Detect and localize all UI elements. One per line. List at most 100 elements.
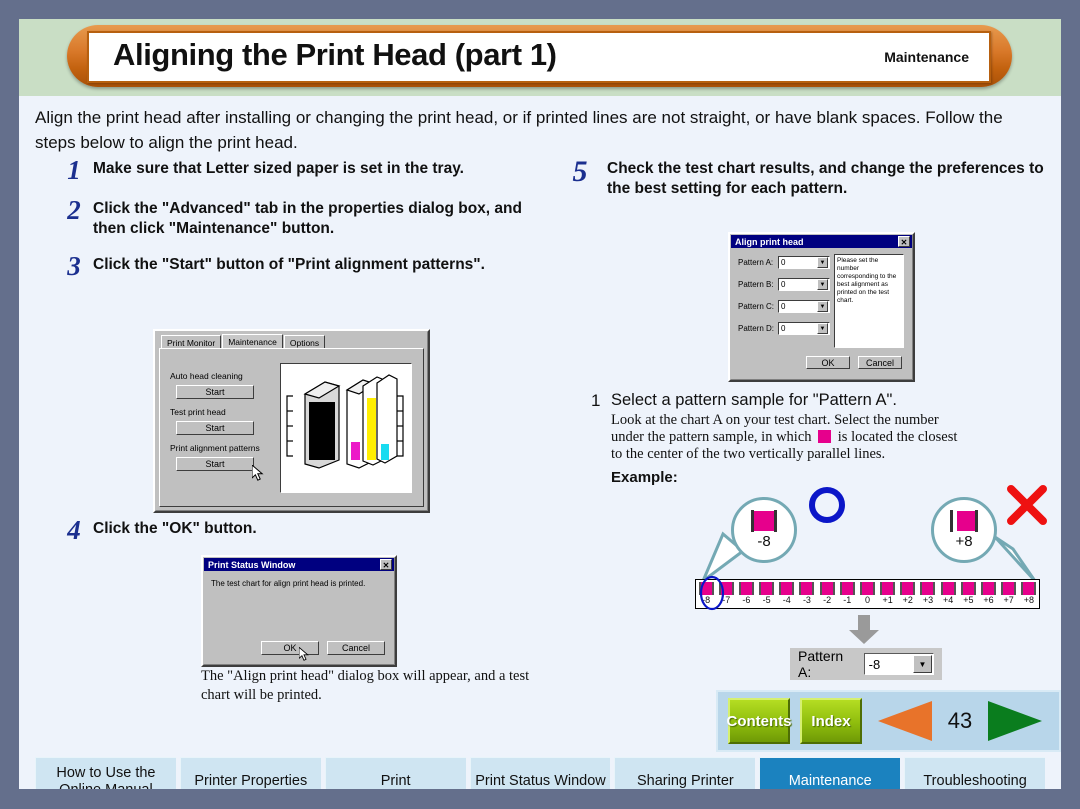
scale-label: -6 — [742, 595, 751, 605]
line-right — [751, 581, 754, 595]
line-right — [792, 581, 795, 595]
pattern-a-value: 0 — [781, 258, 786, 267]
pattern-a-row[interactable]: Pattern A: 0 ▼ — [738, 256, 830, 269]
ok-button[interactable]: OK — [806, 356, 850, 369]
pattern-a-label: Pattern A: — [738, 258, 774, 267]
scale-label: -4 — [782, 595, 791, 605]
cancel-button[interactable]: Cancel — [858, 356, 902, 369]
magnifier-good: -8 — [731, 497, 797, 563]
step-number: 2 — [67, 195, 81, 225]
line-right — [772, 581, 775, 595]
magenta-block — [882, 581, 894, 595]
align-print-head-dialog[interactable]: Align print head ✕ Pattern A: 0 ▼ Patter… — [728, 232, 915, 382]
line-right — [1014, 581, 1017, 595]
cancel-button[interactable]: Cancel — [327, 641, 385, 655]
substep-heading: Select a pattern sample for "Pattern A". — [611, 391, 897, 409]
cursor-icon — [252, 465, 264, 481]
pattern-sample — [920, 581, 936, 595]
pattern-c-combobox[interactable]: 0 ▼ — [778, 300, 830, 313]
close-icon[interactable]: ✕ — [898, 236, 910, 247]
scale-sample: +7 — [999, 580, 1019, 606]
pattern-sample — [880, 581, 896, 595]
dialog-message: The test chart for align print head is p… — [211, 579, 366, 588]
pattern-c-row[interactable]: Pattern C: 0 ▼ — [738, 300, 830, 313]
magenta-block — [740, 581, 752, 595]
step-number: 1 — [67, 155, 81, 185]
pattern-sample — [819, 581, 835, 595]
line-right — [973, 581, 976, 595]
step-text: Click the "Start" button of "Print align… — [93, 256, 485, 273]
scale-label: +7 — [1003, 595, 1014, 605]
magenta-block — [754, 511, 774, 531]
dialog-inner: Print Status Window ✕ The test chart for… — [203, 557, 395, 665]
contents-button[interactable]: Contents — [727, 698, 792, 744]
step-number: 4 — [67, 515, 81, 545]
magenta-swatch-icon — [818, 430, 832, 443]
scale-sample: -4 — [777, 580, 797, 606]
pattern-d-combobox[interactable]: 0 ▼ — [778, 322, 830, 335]
chevron-down-icon[interactable]: ▼ — [817, 257, 828, 268]
step-text: Check the test chart results, and change… — [607, 160, 1044, 197]
pattern-a-combobox[interactable]: -8 ▼ — [863, 653, 934, 675]
left-column: 1 Make sure that Letter sized paper is s… — [35, 155, 555, 291]
pattern-a-combobox[interactable]: 0 ▼ — [778, 256, 830, 269]
scale-label: -5 — [762, 595, 771, 605]
page-title: Aligning the Print Head (part 1) — [113, 37, 557, 72]
line-right — [993, 581, 996, 595]
line-right — [975, 510, 978, 532]
substep-1: 1 Select a pattern sample for "Pattern A… — [569, 391, 1059, 486]
pattern-b-row[interactable]: Pattern B: 0 ▼ — [738, 278, 830, 291]
next-page-arrow-icon[interactable] — [986, 699, 1044, 743]
line-right — [774, 510, 777, 532]
cross-ng-icon — [1007, 485, 1047, 525]
magenta-block — [957, 511, 977, 531]
chevron-down-icon[interactable]: ▼ — [817, 279, 828, 290]
scale-sample: -1 — [837, 580, 857, 606]
pattern-a-value: -8 — [868, 656, 881, 672]
line-right — [852, 581, 855, 595]
tab-label: Troubleshooting — [923, 773, 1027, 789]
chevron-down-icon[interactable]: ▼ — [817, 301, 828, 312]
tab-label: Sharing Printer — [637, 773, 734, 789]
cursor-icon — [299, 647, 309, 661]
magenta-block — [922, 581, 934, 595]
index-label: Index — [811, 712, 851, 730]
pattern-a-selector[interactable]: Pattern A: -8 ▼ — [790, 648, 942, 680]
line-right — [913, 581, 916, 595]
pattern-sample — [839, 581, 855, 595]
pattern-sample — [940, 581, 956, 595]
alignment-scale-strip: -8 -7 -6 -5 -4 -3 -2 -1 0 +1 +2 +3 +4 +5 +6 +7 +8 — [695, 579, 1040, 609]
scale-sample: +1 — [878, 580, 898, 606]
step-5: 5 Check the test chart results, and chan… — [559, 155, 1059, 199]
dialog-titlebar: Align print head ✕ — [731, 235, 912, 248]
pattern-sample — [980, 581, 996, 595]
magenta-block — [1023, 581, 1035, 595]
substep-detail: Look at the chart A on your test chart. … — [611, 412, 1059, 463]
pattern-b-combobox[interactable]: 0 ▼ — [778, 278, 830, 291]
chevron-down-icon[interactable]: ▼ — [913, 655, 932, 673]
close-icon[interactable]: ✕ — [380, 559, 392, 570]
pattern-d-label: Pattern D: — [738, 324, 775, 333]
pattern-sample — [779, 581, 795, 595]
step-4: 4 Click the "OK" button. — [35, 515, 555, 555]
substep-number: 1 — [591, 391, 601, 410]
scale-sample: +3 — [918, 580, 938, 606]
printer-properties-dialog[interactable]: Print Monitor Maintenance Options Auto h… — [153, 329, 430, 513]
pattern-d-row[interactable]: Pattern D: 0 ▼ — [738, 322, 830, 335]
print-alignment-patterns-start-button[interactable]: Start — [176, 457, 254, 471]
chevron-down-icon[interactable]: ▼ — [817, 323, 828, 334]
header-plate: Aligning the Print Head (part 1) Mainten… — [87, 31, 991, 83]
substep-detail-line2: under the pattern sample, in which — [611, 429, 812, 445]
index-button[interactable]: Index — [800, 698, 862, 744]
maintenance-panel: Auto head cleaning Start Test print head… — [159, 348, 424, 507]
pattern-sample — [738, 581, 754, 595]
prev-page-arrow-icon[interactable] — [876, 699, 934, 743]
pattern-sample — [1021, 581, 1037, 595]
print-status-dialog[interactable]: Print Status Window ✕ The test chart for… — [201, 555, 397, 667]
line-right — [953, 581, 956, 595]
dialog-titlebar: Print Status Window ✕ — [204, 558, 394, 571]
pattern-c-value: 0 — [781, 302, 786, 311]
test-print-head-start-button[interactable]: Start — [176, 421, 254, 435]
auto-head-cleaning-start-button[interactable]: Start — [176, 385, 254, 399]
scale-sample: -2 — [817, 580, 837, 606]
